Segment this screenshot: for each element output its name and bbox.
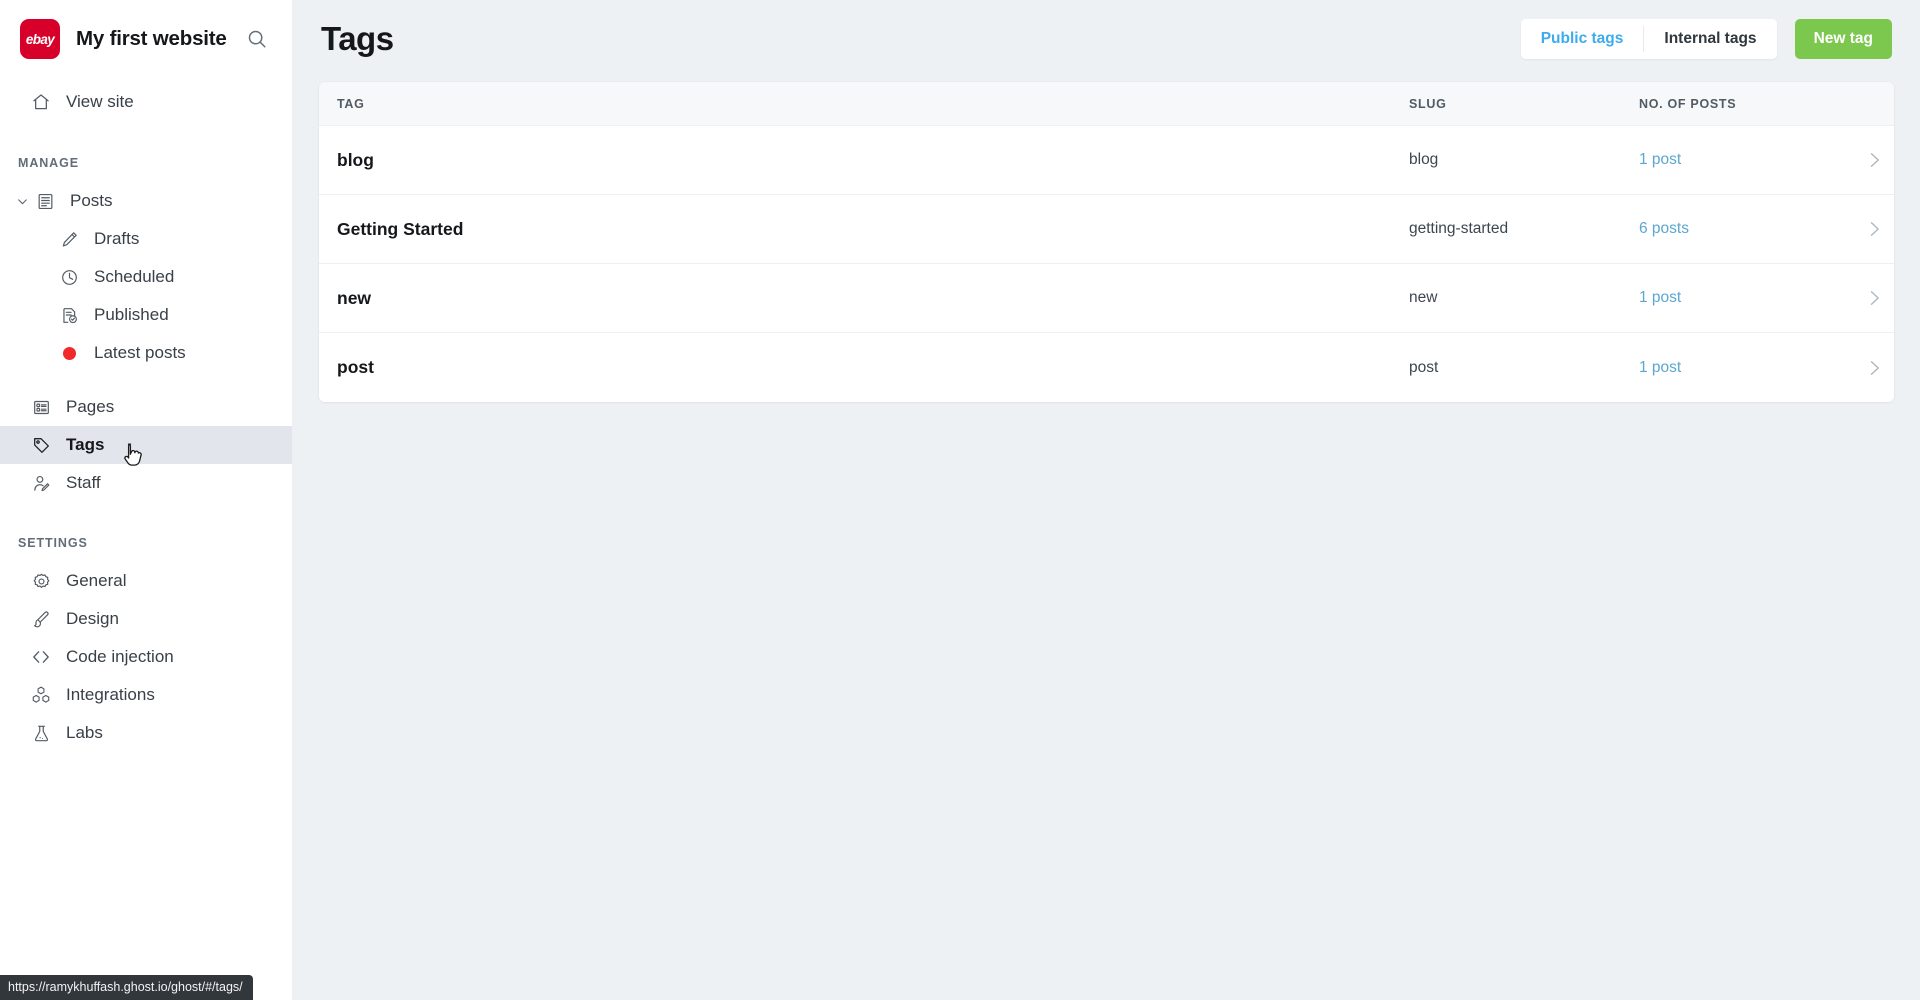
table-row[interactable]: Getting Started getting-started 6 posts: [319, 195, 1894, 264]
paintbrush-icon: [30, 608, 52, 630]
pencil-icon: [58, 228, 80, 250]
tag-name-cell: blog: [337, 149, 374, 170]
tag-name-cell: new: [337, 287, 372, 308]
tag-slug-cell: post: [1409, 358, 1439, 376]
tags-table: TAG SLUG NO. OF POSTS blog blog 1 post G…: [319, 82, 1894, 402]
gear-icon: [30, 570, 52, 592]
sidebar-item-design[interactable]: Design: [0, 600, 292, 638]
tag-slug-cell: getting-started: [1409, 220, 1509, 237]
brand-row: ebay My first website: [0, 0, 292, 60]
site-logo[interactable]: ebay: [20, 19, 60, 59]
pages-icon: [30, 396, 52, 418]
page-header: Tags Public tags Internal tags New tag: [319, 0, 1894, 78]
search-icon[interactable]: [244, 26, 270, 52]
page-title: Tags: [321, 20, 394, 57]
sidebar-item-label: Design: [66, 609, 119, 628]
new-tag-button[interactable]: New tag: [1794, 19, 1892, 59]
header-actions: Public tags Internal tags New tag: [1520, 19, 1892, 59]
sidebar-item-tags[interactable]: Tags: [0, 426, 292, 464]
sidebar-item-staff[interactable]: Staff: [0, 464, 292, 502]
column-header-posts: NO. OF POSTS: [1639, 96, 1737, 111]
tag-type-toggle: Public tags Internal tags: [1520, 19, 1777, 59]
tag-name-cell: Getting Started: [337, 218, 464, 239]
sidebar-item-label: Drafts: [94, 229, 140, 248]
sidebar-item-pages[interactable]: Pages: [0, 388, 292, 426]
status-bar-url: https://ramykhuffash.ghost.io/ghost/#/ta…: [0, 975, 253, 1000]
sidebar-item-view-site[interactable]: View site: [0, 82, 292, 122]
sidebar-item-labs[interactable]: Labs: [0, 714, 292, 752]
column-header-tag: TAG: [337, 96, 365, 111]
tag-posts-cell[interactable]: 6 posts: [1639, 220, 1854, 238]
sidebar-item-label: Posts: [70, 191, 113, 210]
sidebar-item-latest-posts[interactable]: Latest posts: [0, 334, 292, 372]
sidebar-item-label: View site: [66, 92, 134, 111]
tag-icon: [30, 434, 52, 456]
table-header-row: TAG SLUG NO. OF POSTS: [319, 82, 1894, 126]
posts-icon: [34, 190, 56, 212]
sidebar: ebay My first website View site MANAGE P…: [0, 0, 293, 1000]
site-title: My first website: [76, 27, 227, 50]
nav-top: View site: [0, 60, 292, 122]
chevron-right-icon[interactable]: [1854, 358, 1894, 378]
table-row[interactable]: new new 1 post: [319, 264, 1894, 333]
sidebar-item-scheduled[interactable]: Scheduled: [0, 258, 292, 296]
red-dot-icon: [58, 342, 80, 364]
tag-posts-cell[interactable]: 1 post: [1639, 289, 1854, 307]
integrations-cubes-icon: [30, 684, 52, 706]
logo-label: ebay: [25, 31, 55, 47]
tag-name-cell: post: [337, 357, 374, 377]
main-content: Tags Public tags Internal tags New tag T…: [293, 0, 1920, 1000]
published-check-icon: [58, 304, 80, 326]
tag-slug-cell: new: [1409, 289, 1438, 306]
sidebar-item-label: Staff: [66, 473, 101, 492]
tag-posts-cell[interactable]: 1 post: [1639, 151, 1854, 169]
code-brackets-icon: [30, 646, 52, 668]
sidebar-item-drafts[interactable]: Drafts: [0, 220, 292, 258]
home-icon: [30, 91, 52, 113]
sidebar-item-label: Published: [94, 305, 169, 324]
tab-public-tags[interactable]: Public tags: [1520, 19, 1644, 59]
chevron-right-icon[interactable]: [1854, 288, 1894, 308]
sidebar-item-integrations[interactable]: Integrations: [0, 676, 292, 714]
sidebar-item-label: Labs: [66, 723, 103, 742]
sidebar-item-label: Code injection: [66, 647, 174, 666]
sidebar-item-label: Scheduled: [94, 267, 175, 286]
chevron-right-icon[interactable]: [1854, 219, 1894, 239]
flask-icon: [30, 722, 52, 744]
chevron-right-icon[interactable]: [1854, 150, 1894, 170]
staff-icon: [30, 472, 52, 494]
tab-internal-tags[interactable]: Internal tags: [1644, 19, 1777, 59]
tag-slug-cell: blog: [1409, 151, 1439, 168]
sidebar-item-label: Integrations: [66, 685, 155, 704]
sidebar-item-code-injection[interactable]: Code injection: [0, 638, 292, 676]
sidebar-item-general[interactable]: General: [0, 562, 292, 600]
sidebar-item-label: General: [66, 571, 127, 590]
clock-icon: [58, 266, 80, 288]
sidebar-item-posts[interactable]: Posts: [0, 182, 292, 220]
table-row[interactable]: post post 1 post: [319, 333, 1894, 402]
sidebar-item-published[interactable]: Published: [0, 296, 292, 334]
section-label-settings: SETTINGS: [18, 536, 88, 550]
app-root: ebay My first website View site MANAGE P…: [0, 0, 1920, 1000]
chevron-down-icon[interactable]: [12, 195, 32, 208]
sidebar-item-label: Tags: [66, 435, 105, 454]
section-label-manage: MANAGE: [18, 156, 79, 170]
tag-posts-cell[interactable]: 1 post: [1639, 359, 1854, 377]
sidebar-item-label: Latest posts: [94, 343, 186, 362]
sidebar-item-label: Pages: [66, 397, 115, 416]
table-row[interactable]: blog blog 1 post: [319, 126, 1894, 195]
column-header-slug: SLUG: [1409, 96, 1447, 111]
